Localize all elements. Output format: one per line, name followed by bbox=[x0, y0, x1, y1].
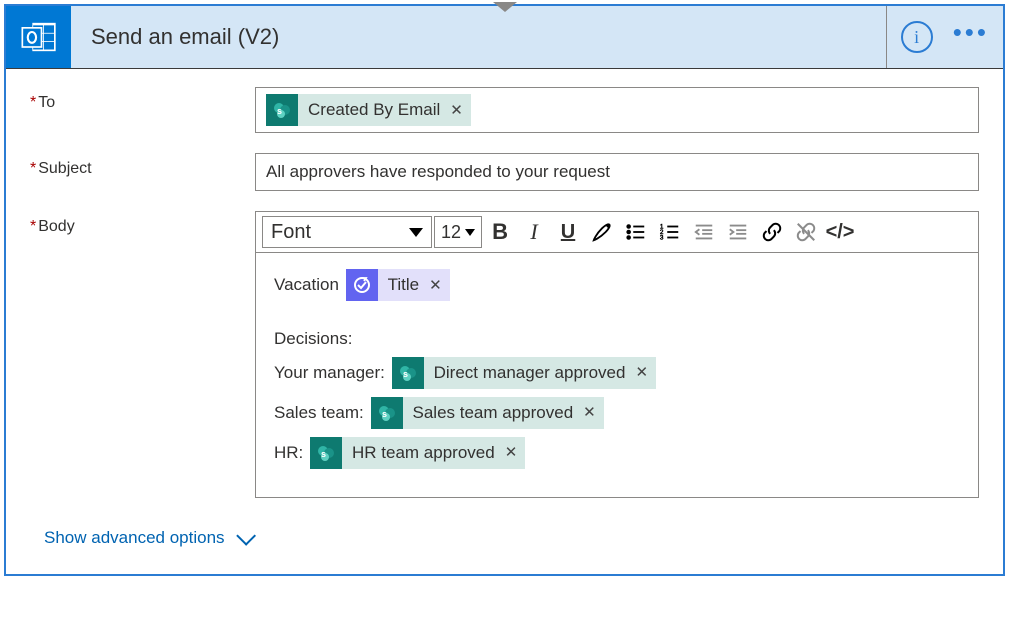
editor-content[interactable]: Vacation Title ✕ Decisions: Your manager… bbox=[256, 253, 978, 497]
show-advanced-options[interactable]: Show advanced options bbox=[30, 518, 979, 566]
token-label: Direct manager approved bbox=[434, 361, 626, 385]
token-remove-icon[interactable]: ✕ bbox=[635, 362, 648, 383]
underline-button[interactable]: U bbox=[552, 216, 584, 248]
token-sales-team-approved[interactable]: s Sales team approved ✕ bbox=[371, 397, 604, 429]
svg-text:s: s bbox=[321, 449, 326, 459]
svg-text:s: s bbox=[403, 369, 408, 379]
approvals-icon bbox=[346, 269, 378, 301]
font-picker[interactable]: Font bbox=[262, 216, 432, 248]
card-top-notch bbox=[493, 2, 517, 12]
svg-text:3: 3 bbox=[660, 234, 664, 241]
token-hr-team-approved[interactable]: s HR team approved ✕ bbox=[310, 437, 525, 469]
token-label: Title bbox=[388, 273, 420, 297]
token-remove-icon[interactable]: ✕ bbox=[505, 442, 518, 463]
info-button[interactable]: i bbox=[901, 21, 933, 53]
editor-toolbar: Font 12 B I U 123 bbox=[256, 212, 978, 253]
body-editor: Font 12 B I U 123 bbox=[255, 211, 979, 498]
body-text: Your manager: bbox=[274, 361, 385, 385]
token-label: HR team approved bbox=[352, 441, 495, 465]
svg-text:s: s bbox=[382, 409, 387, 419]
sharepoint-icon: s bbox=[371, 397, 403, 429]
body-text: Decisions: bbox=[274, 327, 352, 351]
body-text: Sales team: bbox=[274, 401, 364, 425]
token-label: Created By Email bbox=[308, 100, 440, 120]
to-label: *To bbox=[30, 87, 255, 112]
chevron-down-icon bbox=[236, 526, 256, 546]
more-menu-button[interactable]: ••• bbox=[953, 27, 989, 47]
to-field[interactable]: s Created By Email ✕ bbox=[255, 87, 979, 133]
sharepoint-icon: s bbox=[392, 357, 424, 389]
body-text: HR: bbox=[274, 441, 303, 465]
font-size-picker[interactable]: 12 bbox=[434, 216, 482, 248]
bullet-list-button[interactable] bbox=[620, 216, 652, 248]
numbered-list-button[interactable]: 123 bbox=[654, 216, 686, 248]
subject-label: *Subject bbox=[30, 153, 255, 178]
unlink-button[interactable] bbox=[790, 216, 822, 248]
body-label: *Body bbox=[30, 211, 255, 236]
bold-button[interactable]: B bbox=[484, 216, 516, 248]
token-label: Sales team approved bbox=[413, 401, 574, 425]
sharepoint-icon: s bbox=[266, 94, 298, 126]
token-direct-manager-approved[interactable]: s Direct manager approved ✕ bbox=[392, 357, 656, 389]
card-title[interactable]: Send an email (V2) bbox=[71, 6, 887, 68]
code-view-button[interactable]: </> bbox=[824, 216, 856, 248]
token-title[interactable]: Title ✕ bbox=[346, 269, 450, 301]
link-button[interactable] bbox=[756, 216, 788, 248]
sharepoint-icon: s bbox=[310, 437, 342, 469]
subject-value: All approvers have responded to your req… bbox=[266, 162, 610, 182]
token-remove-icon[interactable]: ✕ bbox=[450, 101, 463, 119]
outlook-icon bbox=[6, 6, 71, 68]
token-remove-icon[interactable]: ✕ bbox=[429, 275, 442, 296]
italic-button[interactable]: I bbox=[518, 216, 550, 248]
color-picker-button[interactable] bbox=[586, 216, 618, 248]
action-card: Send an email (V2) i ••• *To s Created B… bbox=[4, 4, 1005, 576]
svg-text:s: s bbox=[277, 106, 282, 116]
token-created-by-email[interactable]: s Created By Email ✕ bbox=[266, 94, 471, 126]
body-text: Vacation bbox=[274, 273, 339, 297]
indent-button[interactable] bbox=[722, 216, 754, 248]
subject-field[interactable]: All approvers have responded to your req… bbox=[255, 153, 979, 191]
card-body: *To s Created By Email ✕ *Subject All ap… bbox=[6, 69, 1003, 574]
token-remove-icon[interactable]: ✕ bbox=[583, 402, 596, 423]
card-header[interactable]: Send an email (V2) i ••• bbox=[6, 6, 1003, 69]
outdent-button[interactable] bbox=[688, 216, 720, 248]
